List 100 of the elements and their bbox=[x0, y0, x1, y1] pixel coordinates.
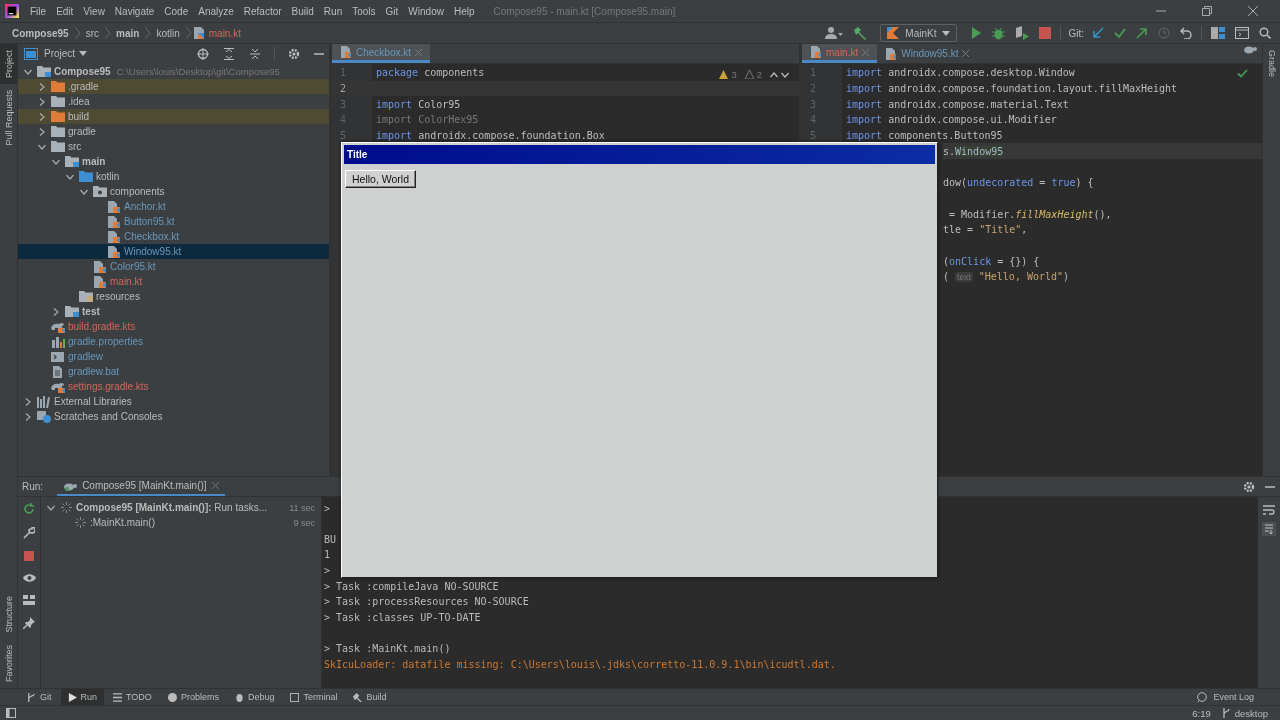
tree-item[interactable]: Anchor.kt bbox=[18, 199, 329, 214]
breadcrumb[interactable]: Compose95 bbox=[8, 27, 73, 39]
tree-item[interactable]: .gradle bbox=[18, 79, 329, 94]
event-log-button[interactable]: Event Log bbox=[1213, 692, 1254, 702]
warning-icon[interactable] bbox=[744, 70, 754, 79]
tool-window-button[interactable]: Project bbox=[0, 44, 17, 84]
stop-icon[interactable] bbox=[1039, 27, 1052, 39]
coverage-icon[interactable] bbox=[1015, 26, 1030, 40]
tree-item[interactable]: gradlew.bat bbox=[18, 364, 329, 379]
check-icon[interactable] bbox=[1237, 69, 1248, 78]
tool-tab[interactable]: Problems bbox=[160, 689, 226, 705]
chevron-icon[interactable] bbox=[38, 112, 46, 121]
menu-item[interactable]: Build bbox=[286, 5, 319, 17]
menu-item[interactable]: Code bbox=[159, 5, 194, 17]
settings-icon[interactable] bbox=[1243, 480, 1255, 493]
menu-item[interactable]: Tools bbox=[347, 5, 381, 17]
tool-window-button[interactable]: Structure bbox=[0, 590, 17, 639]
arrow-icon[interactable] bbox=[1136, 27, 1148, 39]
panel-title[interactable]: Project bbox=[44, 48, 76, 59]
play-icon[interactable] bbox=[970, 27, 983, 39]
tool-tab[interactable]: Terminal bbox=[283, 689, 345, 705]
run-configuration-tab[interactable]: Compose95 [MainKt.main()] bbox=[57, 477, 225, 497]
task-item[interactable]: Compose95 [MainKt.main()]: Run tasks... 11 sec bbox=[41, 500, 321, 516]
menu-item[interactable]: Navigate bbox=[109, 5, 160, 17]
chevron-icon[interactable] bbox=[24, 67, 32, 76]
rerun-icon[interactable] bbox=[23, 503, 35, 516]
tree-item[interactable]: Button95.kt bbox=[18, 214, 329, 229]
tree-item[interactable]: Window95.kt bbox=[18, 244, 329, 259]
arrow-icon[interactable] bbox=[1092, 27, 1104, 39]
tree-item[interactable]: Checkbox.kt bbox=[18, 229, 329, 244]
breadcrumb[interactable]: kotlin bbox=[152, 27, 184, 39]
user-icon[interactable] bbox=[825, 26, 844, 40]
chevron-up-icon[interactable] bbox=[770, 71, 778, 78]
menu-item[interactable]: Refactor bbox=[238, 5, 287, 17]
scroll-to-end-icon[interactable] bbox=[1262, 522, 1276, 537]
tree-item[interactable]: build.gradle.kts bbox=[18, 319, 329, 334]
tree-item[interactable]: Color95.kt bbox=[18, 259, 329, 274]
close-icon[interactable] bbox=[1248, 6, 1258, 16]
tree-item[interactable]: test bbox=[18, 304, 329, 319]
breadcrumb[interactable]: main.kt bbox=[204, 27, 245, 39]
tree-item[interactable]: build bbox=[18, 109, 329, 124]
chevron-icon[interactable] bbox=[38, 97, 46, 106]
chevron-down-icon[interactable] bbox=[781, 71, 789, 78]
tree-item[interactable]: .idea bbox=[18, 94, 329, 109]
tree-item[interactable]: main.kt bbox=[18, 274, 329, 289]
search-icon[interactable] bbox=[1259, 27, 1271, 39]
tree-item[interactable]: gradle.properties bbox=[18, 334, 329, 349]
caret-position[interactable]: 6:19 bbox=[1192, 707, 1211, 719]
menu-item[interactable]: Run bbox=[318, 5, 348, 17]
chevron-icon[interactable] bbox=[52, 157, 60, 166]
target-icon[interactable] bbox=[197, 47, 209, 60]
tree-item[interactable]: components bbox=[18, 184, 329, 199]
wrench-icon[interactable] bbox=[23, 527, 35, 540]
undo-icon[interactable] bbox=[1180, 27, 1192, 39]
tree-item[interactable]: resources bbox=[18, 289, 329, 304]
stop-icon[interactable] bbox=[24, 551, 34, 562]
chevron-icon[interactable] bbox=[38, 142, 46, 151]
tree-item[interactable]: main bbox=[18, 154, 329, 169]
eye-icon[interactable] bbox=[22, 573, 36, 584]
wrap-icon[interactable] bbox=[1263, 505, 1275, 517]
settings-icon[interactable] bbox=[288, 47, 300, 60]
breadcrumb[interactable]: main bbox=[112, 27, 144, 39]
hello-button[interactable]: Hello, World bbox=[345, 170, 416, 188]
menu-item[interactable]: Edit bbox=[51, 5, 79, 17]
menu-item[interactable]: Git bbox=[380, 5, 404, 17]
warning-count[interactable]: 3 bbox=[731, 69, 737, 80]
tool-tab[interactable]: Git bbox=[20, 689, 59, 705]
caret-icon[interactable] bbox=[79, 51, 88, 56]
tool-tab[interactable]: Build bbox=[346, 689, 394, 705]
structure-icon[interactable] bbox=[1211, 26, 1225, 40]
restore-icon[interactable] bbox=[1202, 6, 1212, 16]
collapse-all-icon[interactable] bbox=[249, 47, 261, 60]
menu-item[interactable]: Analyze bbox=[193, 5, 239, 17]
menu-item[interactable]: Window bbox=[403, 5, 449, 17]
layout-icon[interactable] bbox=[6, 708, 16, 718]
tree-item[interactable]: settings.gradle.kts bbox=[18, 379, 329, 394]
chevron-icon[interactable] bbox=[38, 82, 46, 91]
chevron-icon[interactable] bbox=[24, 412, 32, 421]
tree-item[interactable]: Scratches and Consoles bbox=[18, 409, 329, 424]
tree-item[interactable]: src bbox=[18, 139, 329, 154]
tool-window-button[interactable]: Favorites bbox=[0, 639, 17, 688]
menu-item[interactable]: File bbox=[25, 5, 52, 17]
tool-tab[interactable]: Debug bbox=[227, 689, 282, 705]
menu-item[interactable]: View bbox=[78, 5, 110, 17]
terminal-icon[interactable] bbox=[1235, 27, 1249, 39]
weak-warning-count[interactable]: 2 bbox=[756, 69, 762, 80]
chevron-icon[interactable] bbox=[80, 187, 88, 196]
expand-all-icon[interactable] bbox=[223, 47, 235, 60]
hammer-icon[interactable] bbox=[853, 26, 868, 40]
tool-tab[interactable]: TODO bbox=[106, 689, 159, 705]
breadcrumb[interactable]: src bbox=[81, 27, 104, 39]
chevron-icon[interactable] bbox=[47, 503, 55, 512]
tool-tab[interactable]: Run bbox=[60, 689, 105, 705]
close-icon[interactable] bbox=[962, 50, 970, 57]
tree-item[interactable]: gradle bbox=[18, 124, 329, 139]
event-log-icon[interactable] bbox=[1197, 692, 1208, 702]
task-item[interactable]: :MainKt.main() 9 sec bbox=[41, 515, 321, 531]
layout-icon[interactable] bbox=[23, 595, 35, 606]
tree-item[interactable]: gradlew bbox=[18, 349, 329, 364]
chevron-icon[interactable] bbox=[66, 172, 74, 181]
